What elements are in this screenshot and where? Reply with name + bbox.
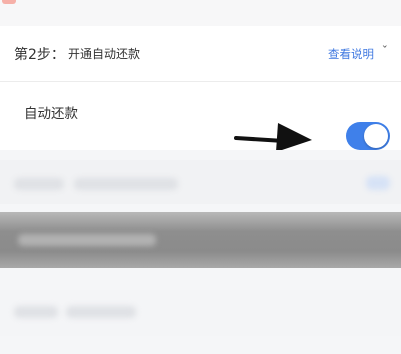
blurred-row xyxy=(0,160,401,204)
toggle-knob xyxy=(364,124,388,148)
step-header: 第2步： 开通自动还款 查看说明 ˇ xyxy=(0,26,401,82)
top-strip xyxy=(0,0,401,26)
step-card: 第2步： 开通自动还款 查看说明 ˇ 自动还款 xyxy=(0,26,401,152)
chevron-down-icon[interactable]: ˇ xyxy=(381,44,388,57)
blurred-gray-band xyxy=(0,212,401,268)
top-red-mark xyxy=(2,0,16,4)
blurred-badge xyxy=(366,176,390,190)
auto-repay-toggle[interactable] xyxy=(346,122,390,150)
step-title: 第2步： xyxy=(14,47,65,63)
view-instructions-link[interactable]: 查看说明 xyxy=(328,46,374,62)
step-subtitle: 开通自动还款 xyxy=(68,47,141,61)
blurred-row xyxy=(0,290,401,336)
auto-repay-label: 自动还款 xyxy=(24,106,78,122)
